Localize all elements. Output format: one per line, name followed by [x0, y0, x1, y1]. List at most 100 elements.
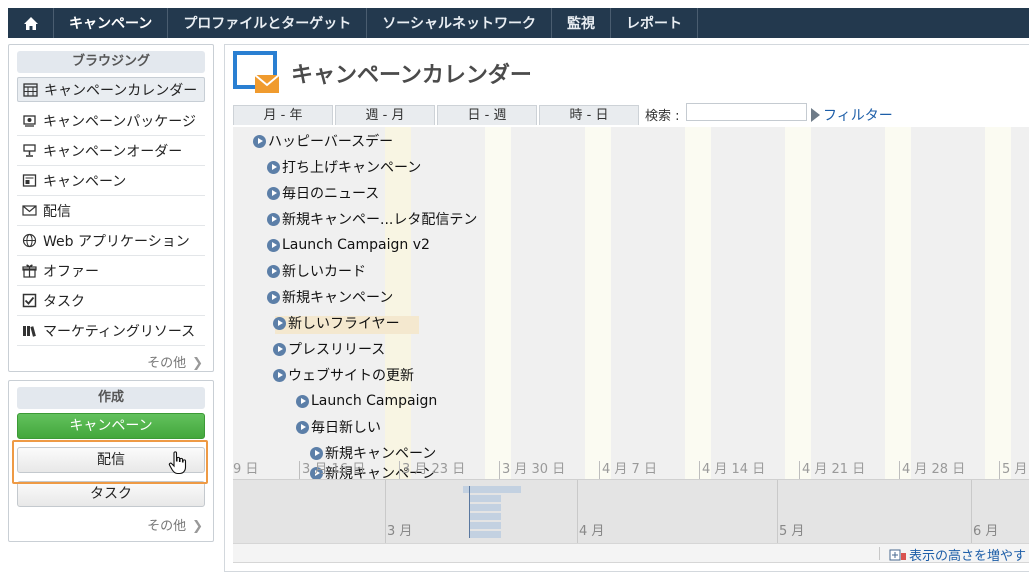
- filter-link[interactable]: フィルター: [811, 105, 893, 125]
- create-more-link[interactable]: その他 ❯: [9, 511, 213, 534]
- browse-item-marketing-resources[interactable]: マーケティングリソース: [17, 316, 205, 346]
- expand-height-icon: [889, 549, 906, 560]
- nav-campaigns[interactable]: キャンペーン: [54, 8, 169, 38]
- timeline-overview[interactable]: 3 月 4 月 5 月 6 月: [233, 479, 1029, 543]
- browse-item-campaign-orders[interactable]: キャンペーンオーダー: [17, 136, 205, 166]
- browse-item-tasks[interactable]: タスク: [17, 286, 205, 316]
- browse-panel-title: ブラウジング: [17, 51, 205, 73]
- browse-item-offers[interactable]: オファー: [17, 256, 205, 286]
- overview-month-label: 3 月: [387, 524, 413, 539]
- search-label: 検索 :: [645, 109, 680, 124]
- nav-reports[interactable]: レポート: [611, 8, 699, 38]
- tab-day-week[interactable]: 日 - 週: [437, 105, 537, 125]
- chevron-right-icon: ❯: [192, 356, 203, 371]
- date-label: 3 月 16 日: [299, 461, 365, 479]
- week-stripe: [785, 127, 811, 479]
- play-icon: [267, 264, 280, 278]
- top-navigation: キャンペーン プロファイルとターゲット ソーシャルネットワーク 監視 レポート: [8, 8, 1029, 38]
- overview-month-label: 5 月: [779, 524, 805, 539]
- overview-bar: [469, 522, 501, 529]
- week-stripe: [485, 127, 511, 479]
- nav-monitoring[interactable]: 監視: [552, 8, 612, 38]
- hand-cursor-icon: [168, 451, 187, 475]
- browse-item-label: Web アプリケーション: [43, 233, 190, 250]
- overview-bar: [463, 486, 521, 493]
- date-label: 9 日: [233, 462, 259, 477]
- home-button[interactable]: [8, 8, 54, 38]
- main-panel: キャンペーンカレンダー 月 - 年 週 - 月 日 - 週 時 - 日 検索 :…: [224, 44, 1029, 572]
- browse-item-label: キャンペーンパッケージ: [43, 113, 197, 130]
- calendar-timeline: ハッピーバースデー 打ち上げキャンペーン 毎日のニュース 新規キャンペー...レ…: [233, 127, 1029, 479]
- tab-hour-day[interactable]: 時 - 日: [539, 105, 639, 125]
- campaign-item[interactable]: 新規キャンペーン: [310, 443, 436, 463]
- campaign-item[interactable]: 新規キャンペーン: [267, 287, 393, 307]
- calendar-icon: [22, 82, 38, 98]
- play-icon: [267, 290, 280, 304]
- browse-item-label: キャンペーンオーダー: [43, 143, 183, 160]
- browse-item-label: マーケティングリソース: [43, 323, 196, 340]
- create-campaign-button[interactable]: キャンペーン: [17, 413, 205, 439]
- campaign-label: ハッピーバースデー: [268, 134, 394, 150]
- play-icon: [310, 446, 323, 460]
- date-label: 4 月 14 日: [699, 461, 765, 479]
- browse-item-campaign-calendar[interactable]: キャンペーンカレンダー: [17, 77, 205, 102]
- campaign-label: 毎日新しい: [311, 420, 381, 436]
- nav-profiles-targets[interactable]: プロファイルとターゲット: [168, 8, 368, 38]
- campaign-label: ウェブサイトの更新: [288, 368, 414, 384]
- campaign-item[interactable]: 毎日のニュース: [267, 183, 379, 203]
- week-stripe: [685, 127, 711, 479]
- tab-week-month[interactable]: 週 - 月: [335, 105, 435, 125]
- browse-item-deliveries[interactable]: 配信: [17, 196, 205, 226]
- campaign-item[interactable]: 新規キャンペー...レタ配信テン: [267, 209, 477, 229]
- play-icon: [267, 186, 280, 200]
- tab-month-year[interactable]: 月 - 年: [233, 105, 333, 125]
- campaign-label: 毎日のニュース: [282, 186, 380, 202]
- week-stripe: [985, 127, 1011, 479]
- week-stripe: [585, 127, 611, 479]
- campaign-label: Launch Campaign v2: [282, 237, 430, 253]
- browse-panel: ブラウジング キャンペーンカレンダー キャンペーンパッケージ キャンペーンオーダ…: [8, 44, 214, 372]
- campaign-item[interactable]: ウェブサイトの更新: [273, 365, 414, 385]
- title-row: キャンペーンカレンダー: [233, 51, 532, 95]
- play-icon: [267, 160, 280, 174]
- search-input[interactable]: [686, 103, 807, 121]
- browse-item-label: 配信: [43, 203, 71, 220]
- campaign-item[interactable]: 新しいフライヤー: [273, 313, 400, 333]
- browse-item-web-applications[interactable]: Web アプリケーション: [17, 226, 205, 256]
- create-more-label: その他: [147, 519, 187, 534]
- month-divider: [385, 480, 386, 543]
- play-icon: [273, 342, 286, 356]
- play-icon: [273, 316, 286, 330]
- browse-item-campaigns[interactable]: キャンペーン: [17, 166, 205, 196]
- campaign-item[interactable]: Launch Campaign: [296, 391, 437, 411]
- browse-more-link[interactable]: その他 ❯: [9, 346, 213, 371]
- browse-item-campaign-packages[interactable]: キャンペーンパッケージ: [17, 106, 205, 136]
- campaign-item[interactable]: 新しいカード: [267, 261, 366, 281]
- browse-list: キャンペーンカレンダー キャンペーンパッケージ キャンペーンオーダー キャンペー…: [9, 77, 213, 346]
- campaign-label: 新しいカード: [282, 264, 366, 280]
- browse-item-label: キャンペーンカレンダー: [44, 82, 198, 99]
- date-label: 4 月 21 日: [799, 461, 865, 479]
- campaign-item[interactable]: 打ち上げキャンペーン: [267, 157, 421, 177]
- campaign-item[interactable]: プレスリリース: [273, 339, 385, 359]
- triangle-right-icon: [811, 108, 820, 122]
- filter-label: フィルター: [823, 108, 893, 124]
- increase-height-label: 表示の高さを増やす: [908, 549, 1026, 564]
- nav-social-network[interactable]: ソーシャルネットワーク: [367, 8, 553, 38]
- chevron-right-icon: ❯: [192, 519, 203, 534]
- create-task-button[interactable]: タスク: [17, 481, 205, 507]
- date-label: 4 月 7 日: [599, 461, 657, 479]
- campaign-label: Launch Campaign: [311, 393, 438, 409]
- campaign-label: 新規キャンペーン: [282, 290, 394, 306]
- gift-icon: [21, 263, 37, 279]
- increase-height-button[interactable]: 表示の高さを増やす: [889, 545, 1026, 564]
- browse-item-label: キャンペーン: [43, 173, 127, 190]
- campaign-item[interactable]: Launch Campaign v2: [267, 235, 430, 255]
- campaign-item[interactable]: 毎日新しい: [296, 417, 381, 437]
- overview-bar: [469, 531, 501, 538]
- campaign-item[interactable]: ハッピーバースデー: [253, 131, 393, 151]
- campaign-label: 新規キャンペー...レタ配信テン: [282, 212, 478, 228]
- checkbox-icon: [21, 293, 37, 309]
- overview-bar: [469, 513, 501, 520]
- play-icon: [267, 238, 280, 252]
